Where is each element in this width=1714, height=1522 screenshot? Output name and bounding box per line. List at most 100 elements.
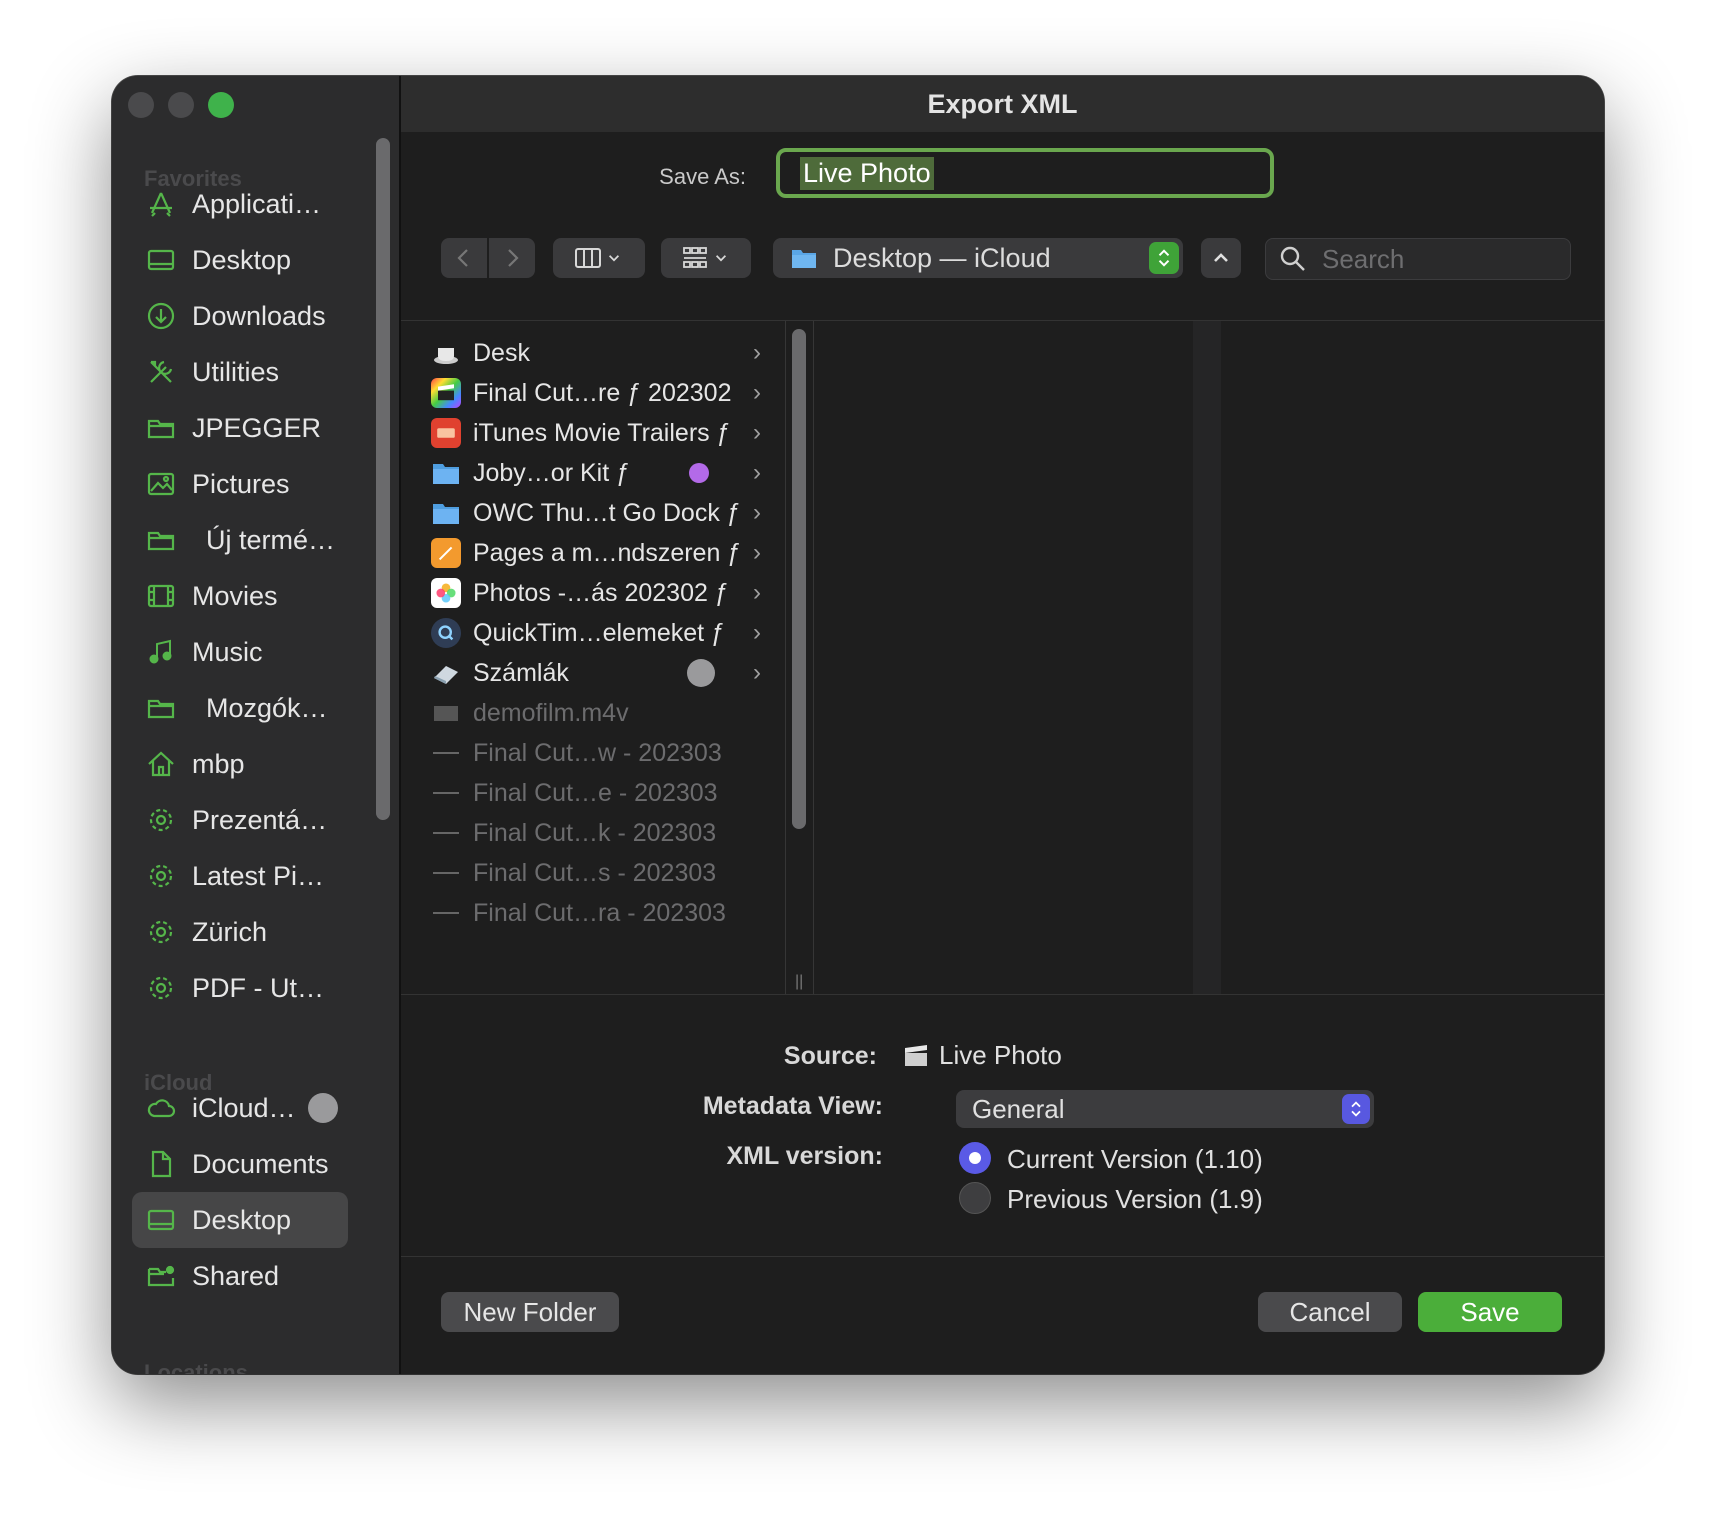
forward-button[interactable] (489, 238, 535, 278)
music-icon (144, 635, 178, 669)
sync-progress-badge (307, 1093, 338, 1123)
purple-tag-badge (689, 463, 709, 483)
file-line-icon (431, 738, 461, 768)
ticket-icon (431, 418, 461, 448)
eraser-icon (431, 658, 461, 688)
file-row-final-cut[interactable]: Final Cut…re ƒ 202302 › (431, 372, 761, 414)
sidebar-item-applications[interactable]: Applicati… (132, 176, 348, 232)
file-row-owc[interactable]: OWC Thu…t Go Dock ƒ › (431, 492, 761, 534)
quicktime-icon (431, 618, 461, 648)
sidebar-item-pdf-ut[interactable]: PDF - Ut… (132, 960, 348, 1016)
file-name: Final Cut…re ƒ 202302 (473, 378, 732, 407)
sidebar-item-label: Latest Pi… (192, 860, 325, 891)
up-down-stepper-icon (1342, 1094, 1370, 1124)
zoom-window-button[interactable] (208, 92, 234, 118)
save-button[interactable]: Save (1418, 1292, 1562, 1332)
column-scrollbar[interactable] (792, 329, 806, 829)
group-button[interactable] (661, 238, 751, 278)
sidebar-item-downloads[interactable]: Downloads (132, 288, 348, 344)
xml-version-label: XML version: (726, 1142, 883, 1170)
radio-current-version[interactable] (959, 1142, 991, 1174)
gear-icon (144, 915, 178, 949)
file-line-icon (431, 818, 461, 848)
close-window-button[interactable] (128, 92, 154, 118)
document-icon (144, 1147, 178, 1181)
sidebar-item-label: mbp (192, 748, 245, 779)
sidebar-item-latest-pi[interactable]: Latest Pi… (132, 848, 348, 904)
file-row-desk[interactable]: Desk › (431, 332, 761, 374)
search-field[interactable] (1265, 238, 1571, 280)
location-popup[interactable]: Desktop — iCloud (773, 238, 1183, 278)
column-divider (785, 321, 786, 995)
movies-icon (144, 579, 178, 613)
sidebar-item-label: Applicati… (192, 188, 322, 219)
back-button[interactable] (441, 238, 487, 278)
file-row-fcp-k[interactable]: Final Cut…k - 202303 (431, 812, 761, 854)
sidebar-item-shared[interactable]: Shared (132, 1248, 348, 1304)
home-icon (144, 747, 178, 781)
sidebar-scrollbar[interactable] (376, 138, 390, 820)
file-row-fcp-w[interactable]: Final Cut…w - 202303 (431, 732, 761, 774)
applications-icon (144, 187, 178, 221)
file-row-demofilm[interactable]: demofilm.m4v (431, 692, 761, 734)
chevron-right-icon: › (753, 339, 761, 366)
source-value: Live Photo (901, 1040, 1062, 1071)
sidebar-item-music[interactable]: Music (132, 624, 348, 680)
sidebar-item-prezenta[interactable]: Prezentá… (132, 792, 348, 848)
file-name: Számlák (473, 658, 569, 687)
expand-collapse-button[interactable] (1201, 238, 1241, 278)
file-row-photos[interactable]: Photos -…ás 202302 ƒ › (431, 572, 761, 614)
column-resize-grip[interactable]: || (795, 973, 803, 991)
sidebar-item-label: Utilities (192, 356, 280, 387)
sidebar-item-utilities[interactable]: Utilities (132, 344, 348, 400)
radio-previous-version[interactable] (959, 1182, 991, 1214)
new-folder-button[interactable]: New Folder (441, 1292, 619, 1332)
sidebar-item-movies[interactable]: Movies (132, 568, 348, 624)
metadata-view-select[interactable]: General (956, 1090, 1374, 1128)
chevron-right-icon: › (753, 539, 761, 566)
folder-icon (144, 691, 178, 725)
file-row-fcp-e[interactable]: Final Cut…e - 202303 (431, 772, 761, 814)
sidebar-item-icloud-desktop[interactable]: Desktop (132, 1192, 348, 1248)
view-mode-button[interactable] (553, 238, 645, 278)
sidebar-item-uj-termek[interactable]: Új termé… (132, 512, 348, 568)
folder-icon (431, 458, 461, 488)
sidebar-item-jpegger[interactable]: JPEGGER (132, 400, 348, 456)
source-name: Live Photo (939, 1040, 1062, 1070)
window-title: Export XML (927, 88, 1078, 119)
sidebar-item-label: Zürich (192, 916, 268, 947)
sidebar-item-pictures[interactable]: Pictures (132, 456, 348, 512)
sidebar-item-icloud-drive[interactable]: iCloud… (132, 1080, 348, 1136)
sidebar-item-mozgok[interactable]: Mozgók… (132, 680, 348, 736)
sidebar-item-label: iCloud… (192, 1092, 296, 1123)
cancel-button[interactable]: Cancel (1258, 1292, 1402, 1332)
search-input[interactable] (1320, 242, 1554, 276)
pictures-icon (144, 467, 178, 501)
file-row-fcp-ra[interactable]: Final Cut…ra - 202303 (431, 892, 761, 934)
file-row-pages[interactable]: Pages a m…ndszeren ƒ › (431, 532, 761, 574)
file-row-szamlak[interactable]: Számlák › (431, 652, 761, 694)
sidebar-item-desktop[interactable]: Desktop (132, 232, 348, 288)
sidebar-item-label: Movies (192, 580, 278, 611)
chevron-right-icon: › (753, 379, 761, 406)
save-as-field[interactable]: Live Photo (776, 148, 1274, 198)
metadata-view-label: Metadata View: (702, 1092, 883, 1120)
file-column: Desk › Final Cut…re ƒ 202302 › iTunes Mo… (401, 321, 781, 995)
sidebar-item-mbp[interactable]: mbp (132, 736, 348, 792)
sidebar-item-label: Pictures (192, 468, 290, 499)
file-row-fcp-s[interactable]: Final Cut…s - 202303 (431, 852, 761, 894)
sidebar-item-documents[interactable]: Documents (132, 1136, 348, 1192)
desktop-icon (144, 243, 178, 277)
file-row-quicktime[interactable]: QuickTim…elemeket ƒ › (431, 612, 761, 654)
file-row-joby[interactable]: Joby…or Kit ƒ › (431, 452, 761, 494)
radio-previous-version-label[interactable]: Previous Version (1.9) (1007, 1184, 1263, 1215)
folder-icon (144, 411, 178, 445)
sidebar-item-zurich[interactable]: Zürich (132, 904, 348, 960)
radio-current-version-label[interactable]: Current Version (1.10) (1007, 1144, 1263, 1175)
file-name: OWC Thu…t Go Dock ƒ (473, 498, 741, 527)
file-name: iTunes Movie Trailers ƒ (473, 418, 731, 447)
file-row-itunes-trailers[interactable]: iTunes Movie Trailers ƒ › (431, 412, 761, 454)
grid-group-icon (683, 247, 707, 268)
minimize-window-button[interactable] (168, 92, 194, 118)
empty-column-scrollbar-track (1193, 321, 1221, 995)
